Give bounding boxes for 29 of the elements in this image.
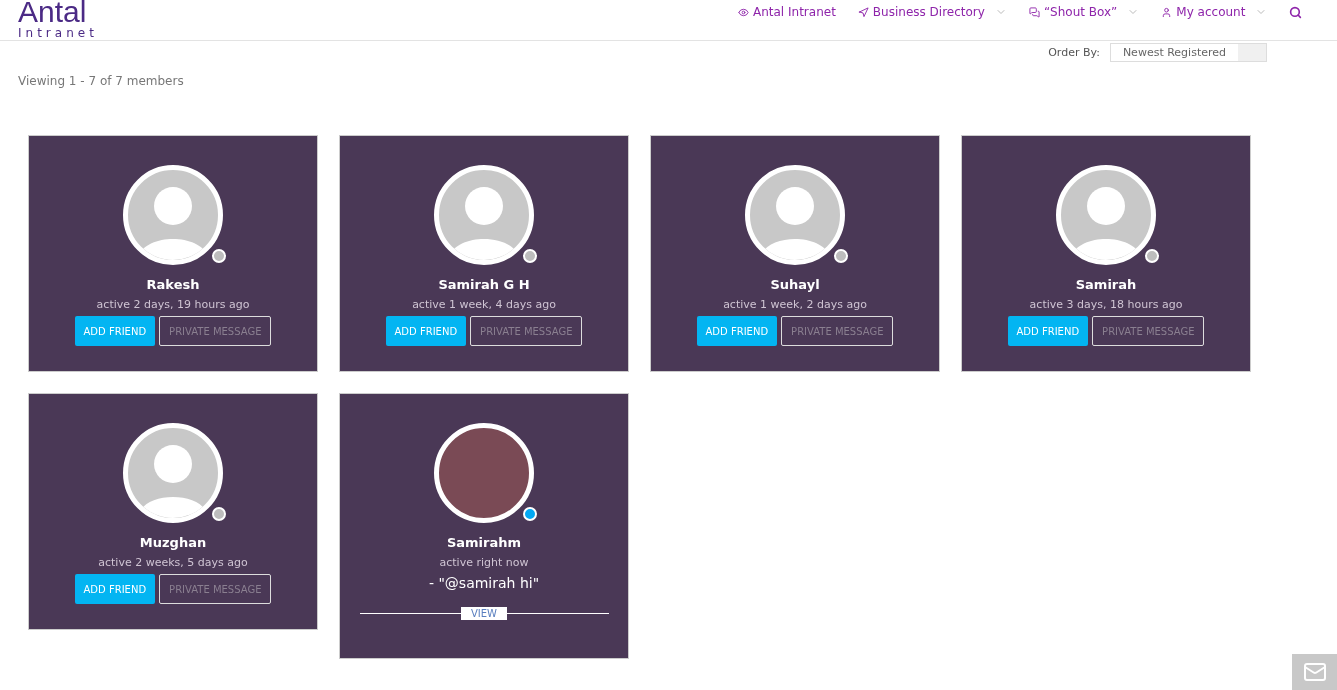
activity-text: active 1 week, 4 days ago bbox=[412, 298, 556, 311]
status-update: - "@samirah hi" bbox=[428, 575, 540, 591]
activity-text: active right now bbox=[439, 556, 529, 569]
order-by-label: Order By: bbox=[1048, 46, 1100, 59]
nav-link[interactable]: My account bbox=[1161, 5, 1268, 19]
activity-text: active 3 days, 18 hours ago bbox=[1029, 298, 1183, 311]
member-name[interactable]: Samirahm bbox=[446, 535, 522, 550]
member-name[interactable]: Rakesh bbox=[146, 277, 200, 292]
user-icon bbox=[1161, 6, 1173, 18]
chat-icon bbox=[1028, 6, 1040, 18]
logo-subtitle: Intranet bbox=[18, 27, 98, 39]
logo-title[interactable]: Antal bbox=[18, 0, 98, 27]
member-name[interactable]: Muzghan bbox=[139, 535, 207, 550]
members-count: Viewing 1 - 7 of 7 members bbox=[18, 74, 185, 88]
search-icon[interactable] bbox=[1289, 5, 1303, 19]
nav-link[interactable]: “Shout Box” bbox=[1028, 5, 1140, 19]
nav-link[interactable]: Business Directory bbox=[857, 5, 1007, 19]
view-button[interactable]: VIEW bbox=[461, 607, 507, 620]
activity-text: active 2 weeks, 5 days ago bbox=[98, 556, 248, 569]
arrow-icon bbox=[857, 6, 869, 18]
order-by-select[interactable]: Newest Registered bbox=[1109, 43, 1267, 62]
member-name[interactable]: Samirah bbox=[1075, 277, 1137, 292]
activity-text: active 2 days, 19 hours ago bbox=[96, 298, 250, 311]
nav-link[interactable]: Antal Intranet bbox=[738, 5, 836, 19]
mail-icon bbox=[1302, 660, 1327, 684]
activity-text: active 1 week, 2 days ago bbox=[723, 298, 867, 311]
member-name[interactable]: Samirah G H bbox=[438, 277, 530, 292]
eye-icon bbox=[738, 6, 749, 18]
member-name[interactable]: Suhayl bbox=[770, 277, 820, 292]
